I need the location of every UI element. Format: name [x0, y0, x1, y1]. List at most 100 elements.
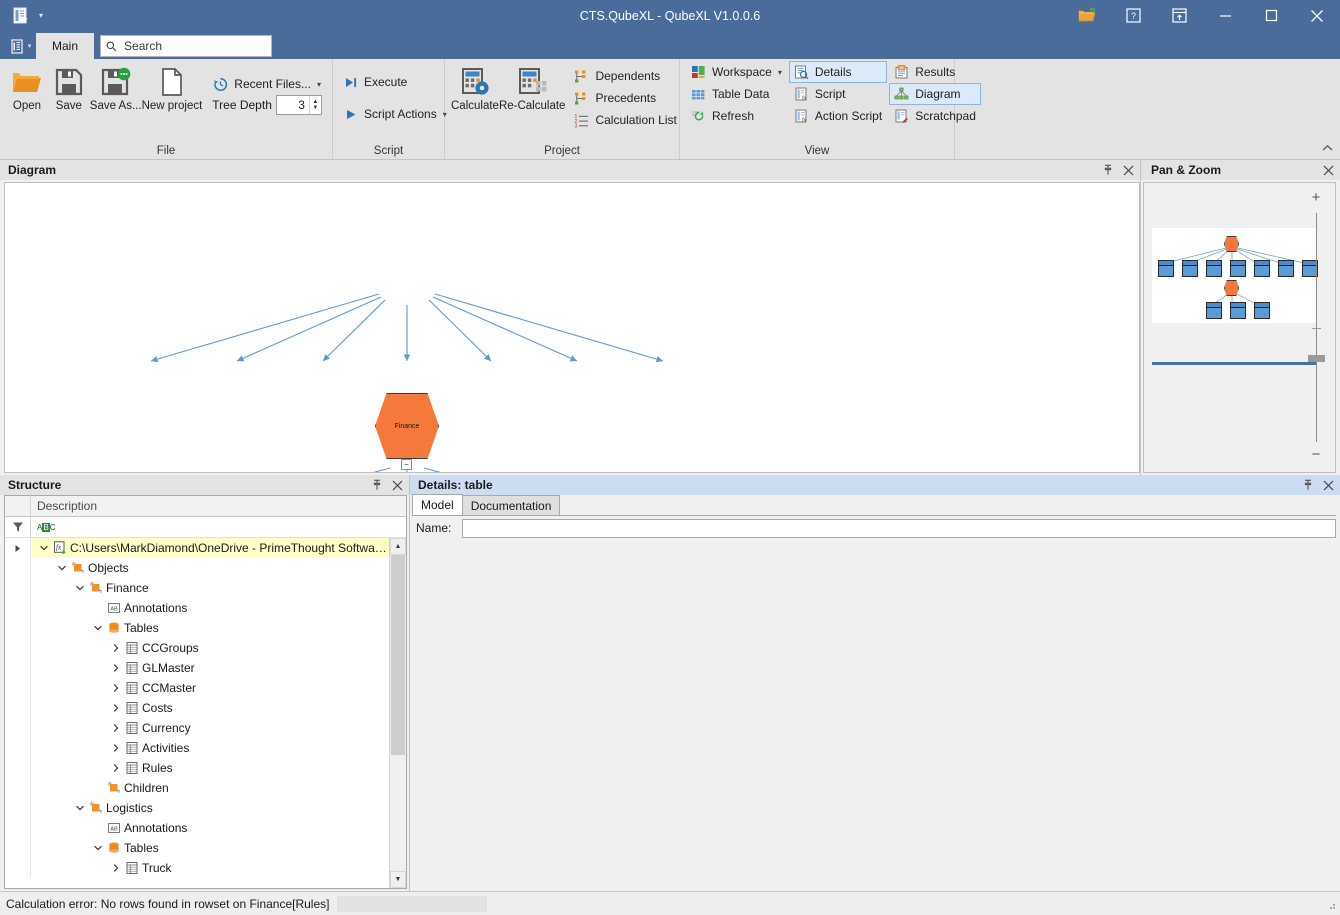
viewport-bottom-edge[interactable] — [1152, 362, 1317, 365]
zoom-in-button[interactable]: + — [1312, 191, 1321, 207]
tree-row[interactable]: CCGroups — [5, 638, 389, 658]
chevron-up-icon[interactable] — [1320, 141, 1334, 155]
chevron-right-icon[interactable] — [109, 642, 122, 655]
collapse-toggle-finance[interactable]: − — [401, 459, 412, 470]
results-button[interactable]: ab Results — [889, 61, 981, 83]
help-icon[interactable]: ? — [1110, 0, 1156, 31]
search-input[interactable] — [122, 38, 266, 54]
chevron-down-icon[interactable] — [73, 582, 86, 595]
chevron-right-icon[interactable] — [109, 702, 122, 715]
chevron-down-icon[interactable]: ▾ — [317, 80, 321, 89]
diagram-button[interactable]: Diagram — [889, 83, 981, 105]
execute-button[interactable]: Execute — [339, 71, 452, 93]
calculation-list-button[interactable]: 1 2 3 Calculation List — [569, 109, 681, 131]
tree-row-content[interactable]: Logistics — [31, 798, 389, 818]
tree-vertical-scrollbar[interactable]: ▲ ▼ — [389, 538, 406, 888]
close-icon[interactable] — [1320, 162, 1336, 178]
chevron-down-icon[interactable] — [55, 562, 68, 575]
chevron-down-icon[interactable] — [91, 622, 104, 635]
maximize-button[interactable] — [1248, 0, 1294, 31]
chevron-right-icon[interactable] — [109, 662, 122, 675]
chevron-down-icon[interactable] — [37, 542, 50, 555]
new-project-button[interactable]: New project — [142, 63, 203, 112]
tree-row[interactable]: Tables — [5, 618, 389, 638]
scrollbar-thumb[interactable] — [391, 555, 405, 755]
tree-row-content[interactable]: CCMaster — [31, 678, 389, 698]
tab-main[interactable]: Main — [36, 33, 94, 59]
tree-row-content[interactable]: Finance — [31, 578, 389, 598]
open-folder-icon[interactable] — [1064, 0, 1110, 31]
diagram-canvas[interactable]: Finance − CCGroups GLMaster — [4, 182, 1140, 473]
stepper-down-icon[interactable]: ▼ — [312, 105, 318, 111]
scroll-down-icon[interactable]: ▼ — [390, 871, 406, 888]
script-file-icon[interactable]: fx — [10, 6, 30, 26]
quick-access-dropdown-caret[interactable]: ▾ — [36, 6, 46, 26]
tree-row[interactable]: Tables — [5, 838, 389, 858]
tree-row[interactable]: fxC:\Users\MarkDiamond\OneDrive - PrimeT… — [5, 538, 389, 558]
refresh-button[interactable]: Refresh — [686, 105, 787, 127]
zoom-slider-track[interactable] — [1316, 213, 1317, 442]
tree-row[interactable]: Truck — [5, 858, 389, 878]
tree-row-content[interactable]: CCGroups — [31, 638, 389, 658]
tree-row-content[interactable]: Activities — [31, 738, 389, 758]
calculate-button[interactable]: Calculate — [451, 63, 499, 112]
tree-depth-stepper[interactable]: 3 ▲ ▼ — [276, 95, 322, 115]
scroll-up-icon[interactable]: ▲ — [390, 538, 406, 555]
tree-row[interactable]: Costs — [5, 698, 389, 718]
tree-row-content[interactable]: Truck — [31, 858, 389, 878]
tree-row[interactable]: CCMaster — [5, 678, 389, 698]
tree-row[interactable]: ABAnnotations — [5, 598, 389, 618]
chevron-right-icon[interactable] — [109, 742, 122, 755]
recent-files-button[interactable]: Recent Files... ▾ — [208, 73, 326, 95]
zoom-slider[interactable]: + − — [1307, 191, 1325, 464]
application-menu-icon[interactable]: ▾ — [6, 33, 36, 59]
action-script-button[interactable]: fx Action Script — [789, 105, 887, 127]
tree-row[interactable]: Children — [5, 778, 389, 798]
save-button[interactable]: Save — [48, 63, 90, 112]
tree-row[interactable]: GLMaster — [5, 658, 389, 678]
pin-icon[interactable] — [1100, 162, 1116, 178]
close-icon[interactable] — [1320, 477, 1336, 493]
tree-row-content[interactable]: ABAnnotations — [31, 818, 389, 838]
save-as-button[interactable]: Save As... — [90, 63, 142, 112]
precedents-button[interactable]: Precedents — [569, 87, 681, 109]
dependents-button[interactable]: Dependents — [569, 65, 681, 87]
details-button[interactable]: Details — [789, 61, 887, 83]
name-field[interactable] — [462, 519, 1336, 538]
tree-row-content[interactable]: ABAnnotations — [31, 598, 389, 618]
script-actions-button[interactable]: Script Actions ▾ — [339, 103, 452, 125]
restore-layout-icon[interactable] — [1156, 0, 1202, 31]
filter-funnel-icon[interactable] — [5, 517, 31, 537]
script-button[interactable]: fx Script — [789, 83, 887, 105]
tree-row-content[interactable]: Rules — [31, 758, 389, 778]
panzoom-body[interactable]: + − — [1143, 182, 1336, 473]
tree-row-content[interactable]: Currency — [31, 718, 389, 738]
tree-row[interactable]: ABAnnotations — [5, 818, 389, 838]
zoom-out-button[interactable]: − — [1312, 448, 1321, 464]
close-icon[interactable] — [389, 477, 405, 493]
tree-row-content[interactable]: Costs — [31, 698, 389, 718]
chevron-down-icon[interactable]: ▾ — [778, 68, 782, 77]
tree-row[interactable]: Objects — [5, 558, 389, 578]
tree-row[interactable]: Currency — [5, 718, 389, 738]
chevron-right-icon[interactable] — [109, 862, 122, 875]
open-button[interactable]: Open — [6, 63, 48, 112]
chevron-down-icon[interactable] — [73, 802, 86, 815]
tree-row[interactable]: Rules — [5, 758, 389, 778]
tree-row-content[interactable]: Tables — [31, 618, 389, 638]
tree-row[interactable]: Logistics — [5, 798, 389, 818]
tree-column-description[interactable]: Description — [31, 499, 406, 513]
panzoom-thumbnail[interactable] — [1152, 228, 1317, 323]
chevron-right-icon[interactable] — [109, 722, 122, 735]
tab-documentation[interactable]: Documentation — [462, 495, 561, 515]
resize-grip-icon[interactable] — [1323, 897, 1337, 911]
tree-row-content[interactable]: Children — [31, 778, 389, 798]
tree-filter-row[interactable]: ABC — [5, 517, 406, 538]
minimize-button[interactable] — [1202, 0, 1248, 31]
search-box[interactable] — [100, 35, 272, 57]
close-icon[interactable] — [1120, 162, 1136, 178]
tree-row-content[interactable]: GLMaster — [31, 658, 389, 678]
tree-row[interactable]: Finance — [5, 578, 389, 598]
filter-mode-abc[interactable]: ABC — [31, 523, 406, 532]
tree-row[interactable]: Activities — [5, 738, 389, 758]
